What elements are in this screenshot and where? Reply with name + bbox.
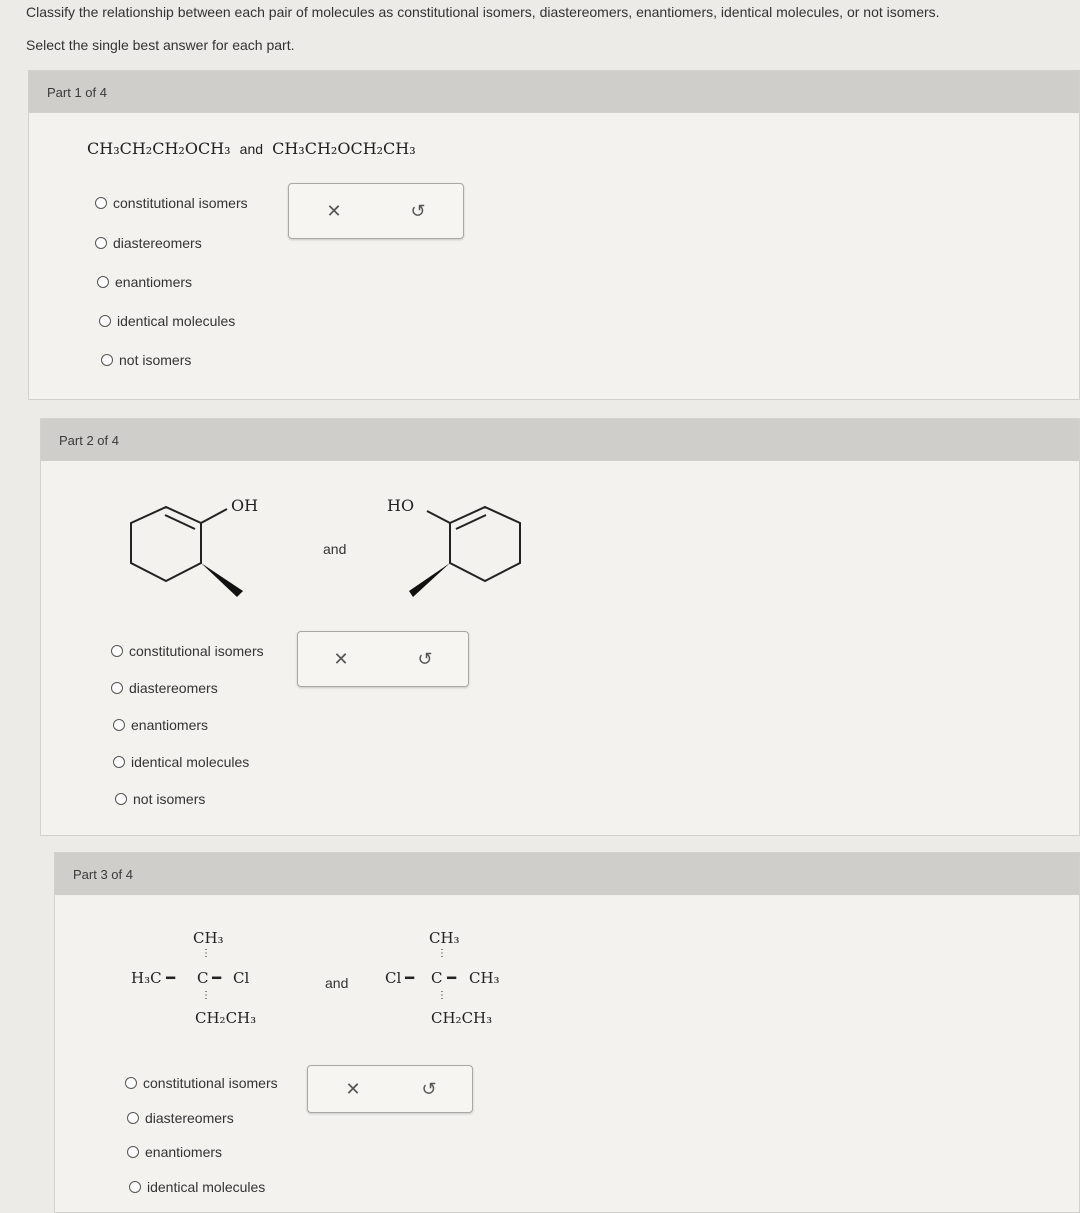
part-2-header: Part 2 of 4 [41,419,1079,461]
part-1-panel: Part 1 of 4 CH₃CH₂CH₂OCH₃ and CH₃CH₂OCH₂… [28,70,1080,400]
undo-icon: ↺ [421,1078,437,1099]
wedge-bond-right: ━ [447,969,457,987]
radio-button[interactable] [127,1112,139,1124]
substituent-right: CH₃ [469,969,500,987]
wedge-bond-left: ━ [405,969,415,987]
radio-button[interactable] [99,315,111,327]
option-identical-molecules[interactable]: identical molecules [99,313,235,329]
option-diastereomers[interactable]: diastereomers [127,1110,234,1126]
option-enantiomers[interactable]: enantiomers [97,274,192,290]
option-not-isomers[interactable]: not isomers [101,352,191,368]
part-2-molecule-a: OH [130,496,258,597]
stereocenter: C [197,969,209,987]
wedge-bond-left: ━ [166,969,176,987]
part-1-question: CH₃CH₂CH₂OCH₃ and CH₃CH₂OCH₂CH₃ [87,139,416,158]
part-3-panel: Part 3 of 4 CH₃ ⋮ H₃C ━ C ━ Cl ⋮ CH₂CH₃ … [54,852,1080,1213]
substituent-bottom: CH₂CH₃ [195,1009,257,1027]
wedge-bond-right: ━ [212,969,222,987]
substituent-left: H₃C [131,969,162,987]
radio-button[interactable] [129,1181,141,1193]
option-not-isomers[interactable]: not isomers [115,791,205,807]
option-identical-molecules[interactable]: identical molecules [129,1179,265,1195]
undo-button[interactable]: ↺ [405,198,431,224]
radio-button[interactable] [95,237,107,249]
hash-bond: ⋮ [437,948,447,959]
option-constitutional-isomers[interactable]: constitutional isomers [95,195,248,211]
substituent-top: CH₃ [193,929,224,947]
part-1-label: Part 1 of 4 [47,84,107,100]
x-icon: ✕ [333,648,349,669]
radio-button[interactable] [113,756,125,768]
stereocenter: C [431,969,443,987]
hash-bond: ⋮ [437,990,447,1001]
option-constitutional-isomers[interactable]: constitutional isomers [111,643,264,659]
substituent-top: CH₃ [429,929,460,947]
part-2-oh-label: OH [231,496,258,515]
part-3-header: Part 3 of 4 [55,853,1079,895]
radio-button[interactable] [113,719,125,731]
clear-answer-button[interactable]: ✕ [340,1076,366,1102]
substituent-bottom: CH₂CH₃ [431,1009,493,1027]
part-2-molecule-b: HO [387,496,521,597]
undo-button[interactable]: ↺ [416,1076,442,1102]
instructions-line-2: Select the single best answer for each p… [26,37,295,53]
hash-bond: ⋮ [201,948,211,959]
answer-action-box: ✕ ↺ [297,631,469,687]
part-3-label: Part 3 of 4 [73,866,133,882]
undo-button[interactable]: ↺ [412,646,438,672]
and-label: and [239,141,264,157]
part-2-panel: Part 2 of 4 OH and HO constitutional iso… [40,418,1080,836]
option-identical-molecules[interactable]: identical molecules [113,754,249,770]
radio-button[interactable] [97,276,109,288]
and-label: and [325,975,349,991]
x-icon: ✕ [345,1078,361,1099]
molecule-a-formula: CH₃CH₂CH₂OCH₃ [87,139,231,158]
part-2-label: Part 2 of 4 [59,432,119,448]
instructions-line-1: Classify the relationship between each p… [26,4,940,20]
substituent-right: Cl [233,969,250,987]
radio-button[interactable] [111,682,123,694]
radio-button[interactable] [127,1146,139,1158]
option-diastereomers[interactable]: diastereomers [95,235,202,251]
part-2-ho-label: HO [387,496,414,515]
part-1-header: Part 1 of 4 [29,71,1079,113]
option-constitutional-isomers[interactable]: constitutional isomers [125,1075,278,1091]
radio-button[interactable] [125,1077,137,1089]
undo-icon: ↺ [410,200,426,221]
molecule-b-formula: CH₃CH₂OCH₂CH₃ [272,139,416,158]
and-label: and [323,541,347,557]
option-enantiomers[interactable]: enantiomers [127,1144,222,1160]
clear-answer-button[interactable]: ✕ [321,198,347,224]
radio-button[interactable] [115,793,127,805]
clear-answer-button[interactable]: ✕ [328,646,354,672]
answer-action-box: ✕ ↺ [307,1065,473,1113]
answer-action-box: ✕ ↺ [288,183,464,239]
undo-icon: ↺ [417,648,433,669]
radio-button[interactable] [95,197,107,209]
substituent-left: Cl [385,969,402,987]
option-enantiomers[interactable]: enantiomers [113,717,208,733]
x-icon: ✕ [326,200,342,221]
option-diastereomers[interactable]: diastereomers [111,680,218,696]
radio-button[interactable] [101,354,113,366]
radio-button[interactable] [111,645,123,657]
hash-bond: ⋮ [201,990,211,1001]
